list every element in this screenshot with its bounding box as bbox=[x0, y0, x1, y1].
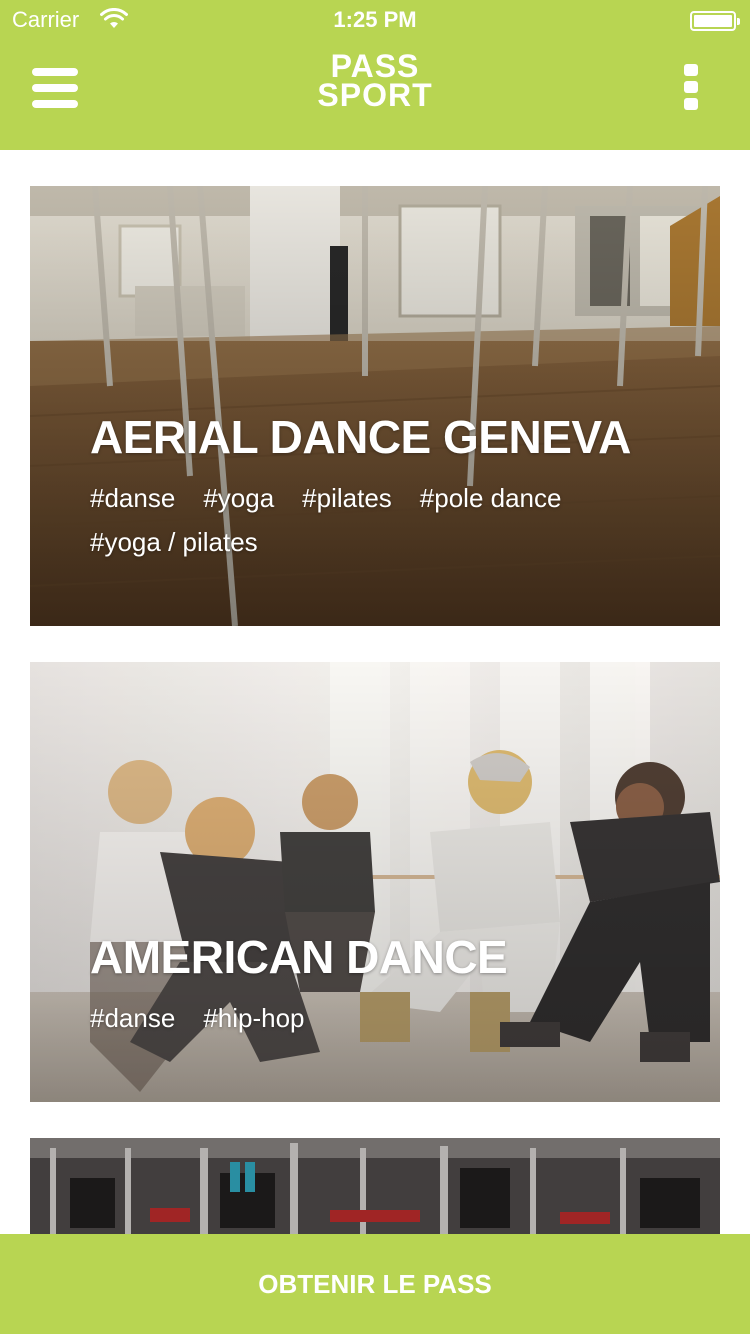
tag: #danse bbox=[90, 483, 176, 513]
tag: #pilates bbox=[302, 483, 392, 513]
tag: #pole dance bbox=[419, 483, 562, 513]
tag-list: #danse #hip-hop bbox=[90, 996, 650, 1040]
get-pass-button[interactable]: OBTENIR LE PASS bbox=[0, 1234, 750, 1334]
logo-line-sport: SPORT bbox=[317, 77, 433, 113]
club-card-aerial-dance-geneva[interactable]: AERIAL DANCE GENEVA #danse #yoga #pilates #… bbox=[30, 186, 720, 626]
pass-sport-logo: PASS SPORT bbox=[300, 50, 450, 118]
tag-list: #danse #yoga #pilates #pole dance #yoga / pi… bbox=[90, 476, 650, 564]
club-card-american-dance[interactable]: AMERICAN DANCE #danse #hip-hop bbox=[30, 662, 720, 1102]
tag: #hip-hop bbox=[203, 1003, 305, 1033]
card-title: AMERICAN DANCE bbox=[90, 931, 508, 983]
tag: #yoga bbox=[203, 483, 275, 513]
card-title: AERIAL DANCE GENEVA bbox=[90, 411, 631, 463]
battery-icon bbox=[690, 11, 740, 31]
hamburger-menu-icon[interactable] bbox=[32, 68, 80, 108]
tag: #danse bbox=[90, 1003, 176, 1033]
app-header: Carrier 1:25 PM PASS SPORT bbox=[0, 0, 750, 150]
more-vertical-icon[interactable] bbox=[684, 64, 700, 110]
gym-photo bbox=[30, 1138, 720, 1234]
navigation-bar: PASS SPORT bbox=[0, 40, 750, 150]
club-card-gym[interactable] bbox=[30, 1138, 720, 1234]
tag: #yoga / pilates bbox=[90, 527, 258, 557]
status-bar: Carrier 1:25 PM bbox=[0, 0, 750, 40]
clock-time: 1:25 PM bbox=[333, 7, 417, 32]
